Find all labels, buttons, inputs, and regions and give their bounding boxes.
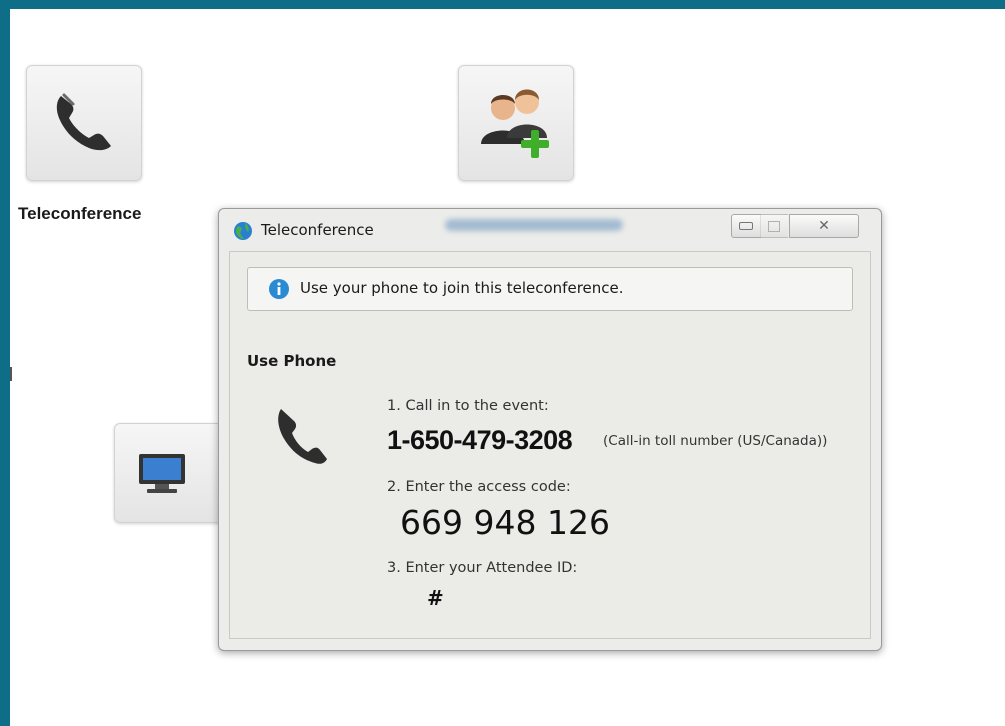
phone-number-note: (Call-in toll number (US/Canada)) (603, 433, 828, 449)
monitor-icon (137, 452, 187, 500)
info-banner: Use your phone to join this teleconferen… (247, 267, 853, 311)
divider (10, 367, 12, 381)
maximize-icon (768, 220, 780, 232)
phone-number: 1-650-479-3208 (387, 425, 573, 455)
info-message: Use your phone to join this teleconferen… (300, 279, 624, 297)
globe-icon (233, 221, 253, 245)
dialog-title: Teleconference (261, 221, 374, 239)
blurred-title-detail (445, 219, 623, 231)
step-call-in-label: 1. Call in to the event: (387, 398, 549, 414)
info-icon (268, 278, 290, 304)
teleconference-tile[interactable] (26, 65, 142, 181)
access-code: 669 948 126 (400, 503, 610, 542)
close-icon: ✕ (818, 218, 830, 234)
add-users-tile[interactable] (458, 65, 574, 181)
desktop-canvas: Teleconference Teleconference ✕ Use your… (10, 9, 1005, 726)
phone-handset-icon (47, 86, 121, 164)
teleconference-tile-label: Teleconference (18, 204, 142, 223)
add-user-group-icon (473, 80, 561, 170)
maximize-button[interactable] (760, 214, 788, 238)
minimize-button[interactable] (731, 214, 761, 238)
phone-handset-icon (271, 403, 331, 473)
minimize-icon (739, 222, 753, 230)
step-access-code-label: 2. Enter the access code: (387, 479, 571, 495)
section-title: Use Phone (247, 352, 337, 370)
teleconference-dialog: Teleconference ✕ Use your phone to join … (218, 208, 882, 651)
close-button[interactable]: ✕ (789, 214, 859, 238)
step-attendee-id-label: 3. Enter your Attendee ID: (387, 560, 578, 576)
attendee-id-value: # (427, 586, 444, 610)
